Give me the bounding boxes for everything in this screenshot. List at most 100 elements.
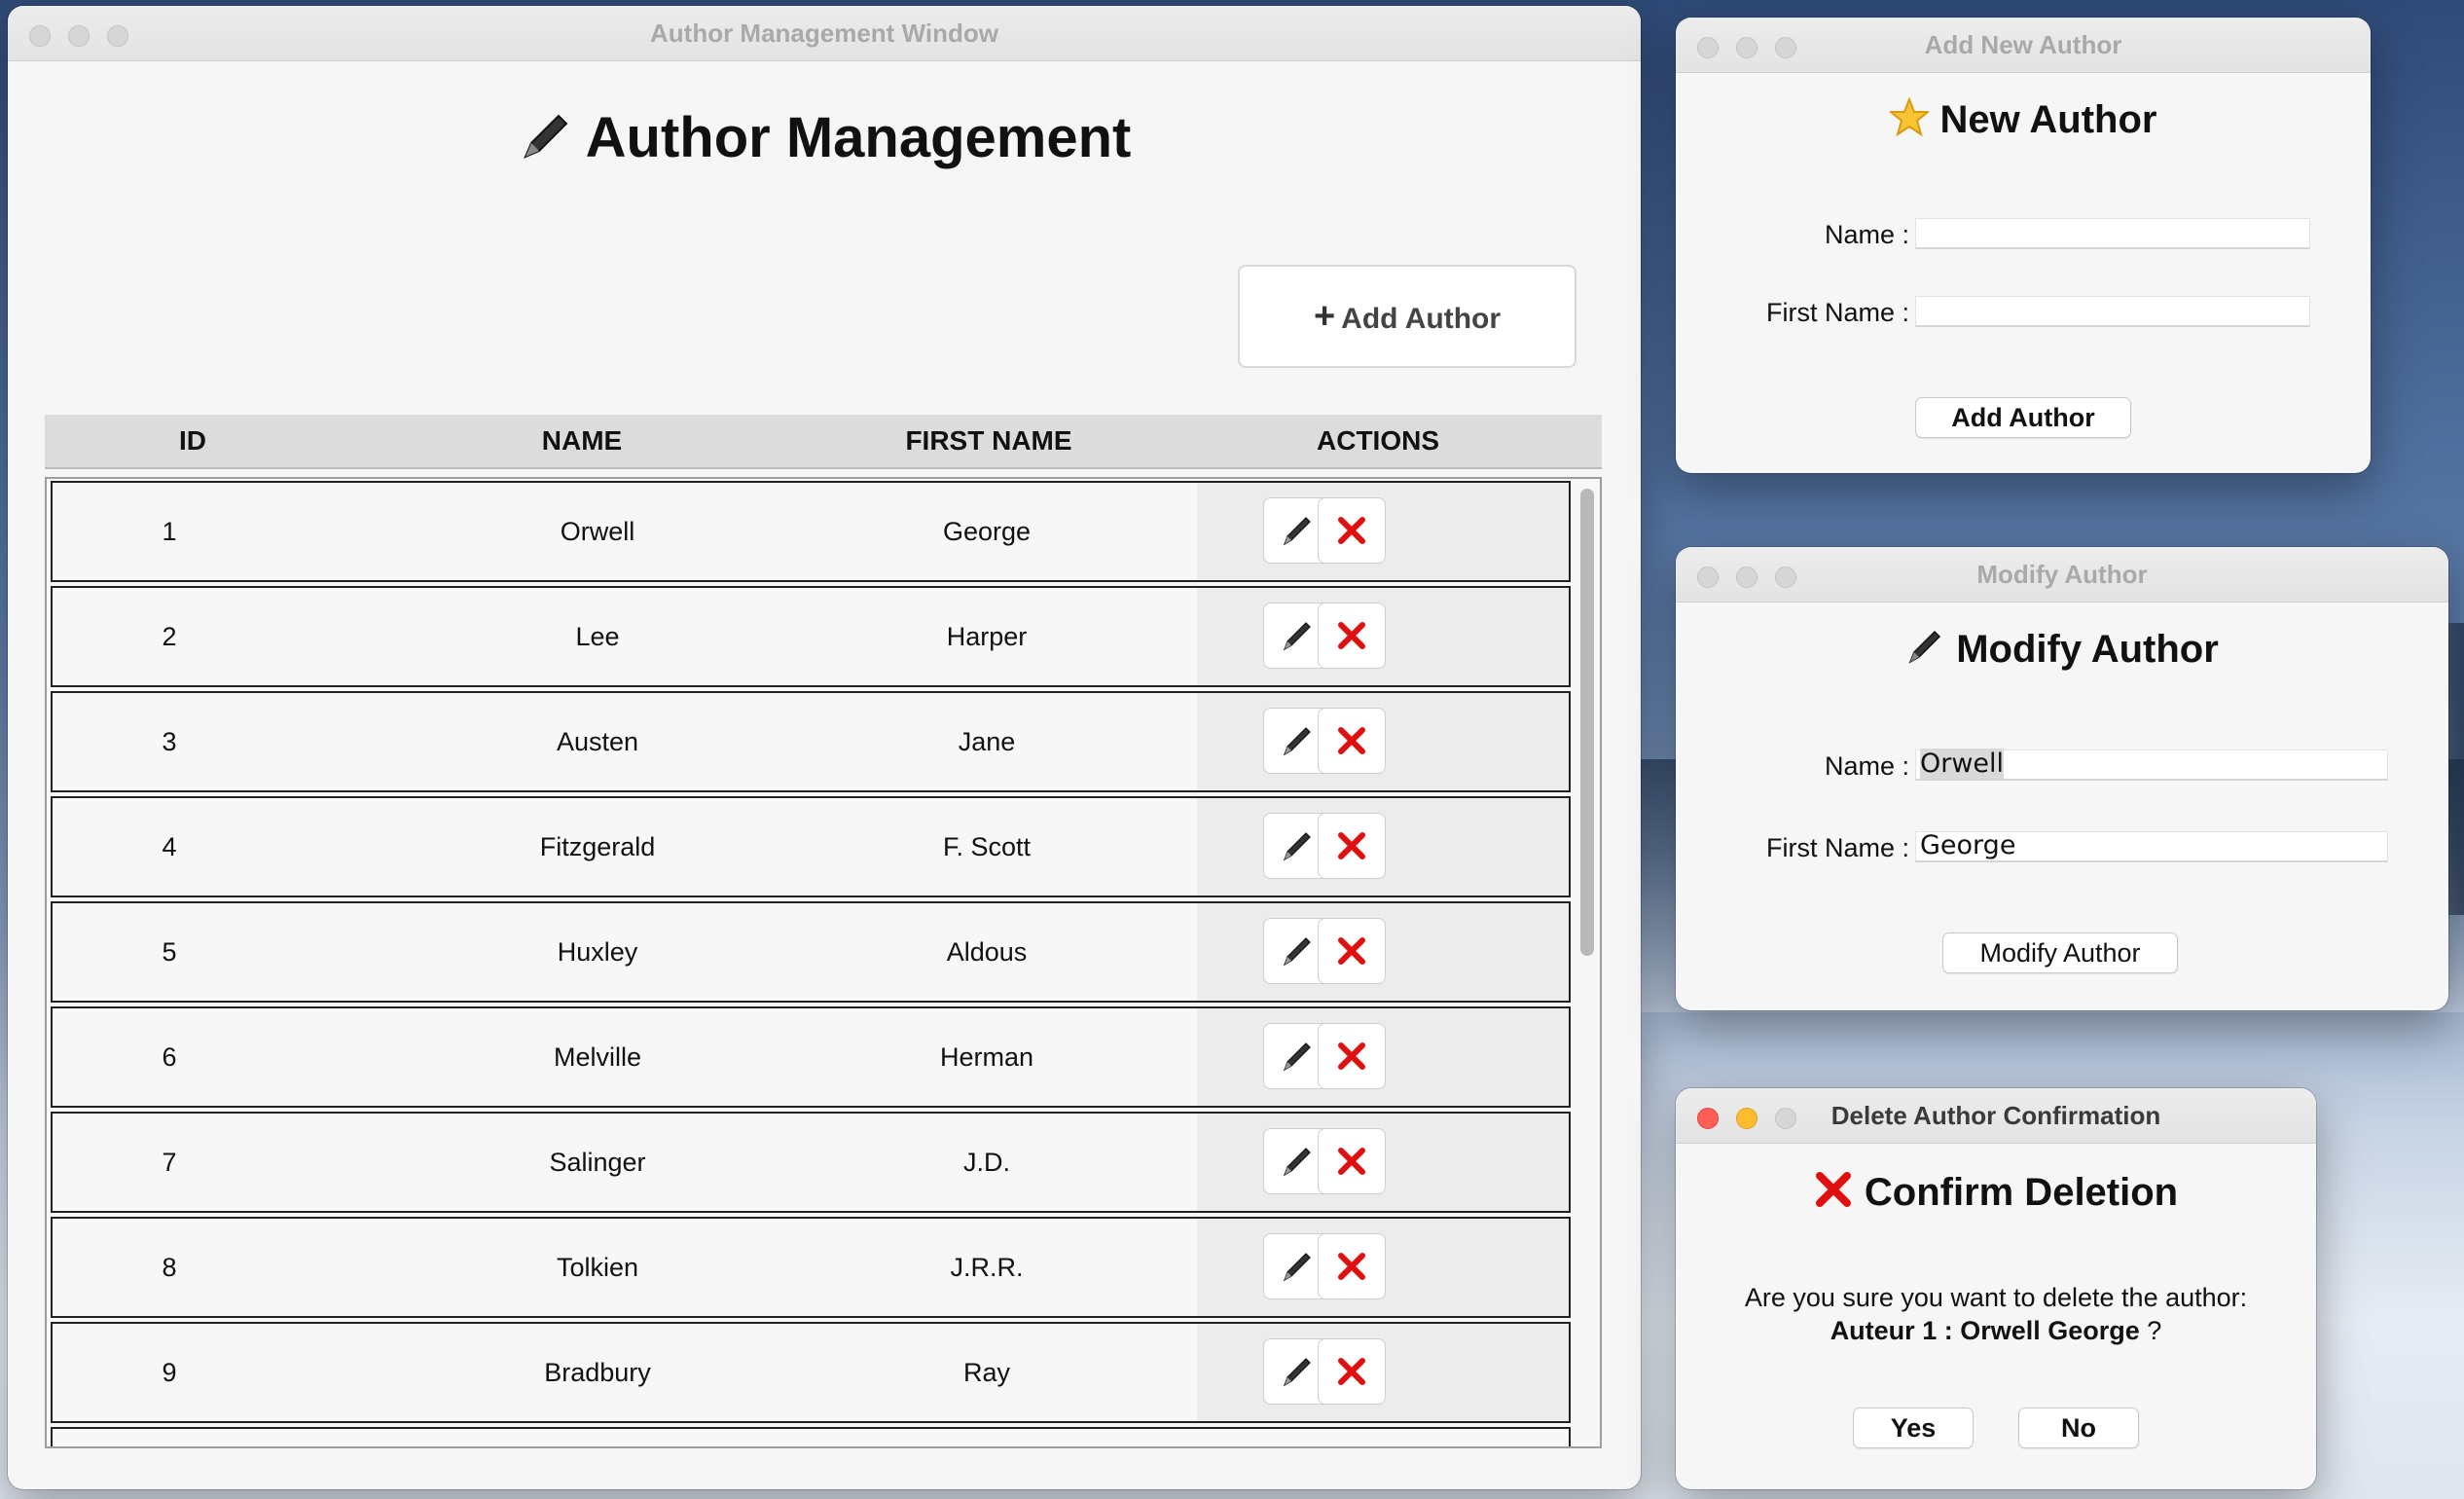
add-author-submit-button[interactable]: Add Author xyxy=(1915,397,2131,438)
pen-icon xyxy=(1283,517,1311,546)
table-row[interactable]: 4 Fitzgerald F. Scott xyxy=(51,796,1571,897)
delete-author-button[interactable] xyxy=(1318,497,1386,564)
column-header-name: NAME xyxy=(541,425,623,456)
pen-icon xyxy=(1283,622,1311,651)
column-header-first-name: FIRST NAME xyxy=(905,425,1072,456)
name-label: Name : xyxy=(1824,751,1909,781)
name-field-value: Orwell xyxy=(1920,749,2005,779)
add-author-label: Add Author xyxy=(1341,303,1502,335)
no-button[interactable]: No xyxy=(2018,1408,2139,1448)
table-header: ID NAME FIRST NAME ACTIONS xyxy=(45,415,1602,469)
window-title: Modify Author xyxy=(1976,560,2148,589)
pen-icon xyxy=(1283,1358,1311,1387)
dialog-heading-text: Modify Author xyxy=(1956,628,2219,671)
row-actions xyxy=(1197,1324,1569,1421)
dialog-heading: Confirm Deletion xyxy=(1676,1170,2316,1215)
cell-name: Huxley xyxy=(557,937,638,967)
cell-first-name: Jane xyxy=(958,727,1016,756)
delete-author-button[interactable] xyxy=(1318,1128,1386,1194)
row-actions xyxy=(1197,1114,1569,1211)
delete-author-button[interactable] xyxy=(1318,1338,1386,1405)
name-field[interactable]: Orwell xyxy=(1915,749,2388,781)
red-x-icon xyxy=(1338,622,1365,649)
row-actions xyxy=(1197,693,1569,790)
authors-table[interactable]: 1 Orwell George 2 Lee Harper 3 Austen Jane 4 Fitzg… xyxy=(45,477,1602,1448)
table-row[interactable]: 9 Bradbury Ray xyxy=(51,1322,1571,1423)
row-actions xyxy=(1197,588,1569,685)
pen-icon xyxy=(523,114,568,159)
delete-author-button[interactable] xyxy=(1318,708,1386,774)
cell-id: 7 xyxy=(162,1148,177,1177)
delete-author-button[interactable] xyxy=(1318,603,1386,669)
first-name-label: First Name : xyxy=(1765,298,1909,327)
row-actions xyxy=(1197,483,1569,580)
red-x-icon xyxy=(1338,832,1365,859)
cell-first-name: George xyxy=(942,517,1032,546)
red-x-icon xyxy=(1815,1172,1851,1207)
pen-icon xyxy=(1283,727,1311,756)
table-row[interactable]: 7 Salinger J.D. xyxy=(51,1112,1571,1213)
first-name-field[interactable] xyxy=(1915,296,2310,327)
table-row[interactable]: 6 Melville Herman xyxy=(51,1006,1571,1108)
row-actions xyxy=(1197,1008,1569,1106)
pen-icon xyxy=(1908,630,1941,664)
cell-name: Bradbury xyxy=(544,1358,651,1387)
red-x-icon xyxy=(1338,517,1365,544)
delete-author-button[interactable] xyxy=(1318,1233,1386,1299)
cell-first-name: J.R.R. xyxy=(950,1253,1024,1282)
first-name-label: First Name : xyxy=(1765,833,1909,862)
pen-icon xyxy=(1283,1148,1311,1177)
table-row[interactable]: 2 Lee Harper xyxy=(51,586,1571,687)
dialog-heading-text: New Author xyxy=(1939,98,2157,141)
cell-id: 4 xyxy=(162,832,177,861)
table-row[interactable]: 1 Orwell George xyxy=(51,481,1571,582)
red-x-icon xyxy=(1338,727,1365,754)
cell-first-name: F. Scott xyxy=(942,832,1032,861)
title-bar: Modify Author xyxy=(1676,547,2448,603)
table-row[interactable]: 5 Huxley Aldous xyxy=(51,901,1571,1003)
dialog-heading: Modify Author xyxy=(1676,627,2448,672)
name-field[interactable] xyxy=(1915,218,2310,249)
cell-name: Tolkien xyxy=(556,1253,639,1282)
red-x-icon xyxy=(1338,1358,1365,1385)
cell-id: 1 xyxy=(162,517,177,546)
question-mark: ? xyxy=(2147,1316,2162,1345)
row-actions xyxy=(1197,1219,1569,1316)
author-management-window: Author Management Window Author Manageme… xyxy=(8,6,1641,1489)
title-bar: Delete Author Confirmation xyxy=(1676,1088,2316,1144)
red-x-icon xyxy=(1338,1148,1365,1175)
cell-name: Lee xyxy=(575,622,620,651)
table-row[interactable]: 8 Tolkien J.R.R. xyxy=(51,1217,1571,1318)
column-header-actions: ACTIONS xyxy=(1317,425,1439,456)
modify-author-window: Modify Author Modify Author Name : Orwel… xyxy=(1676,547,2448,1010)
yes-button[interactable]: Yes xyxy=(1853,1408,1974,1448)
plus-icon: + xyxy=(1313,296,1336,337)
author-reference: Auteur 1 : Orwell George xyxy=(1830,1316,2140,1345)
vertical-scrollbar[interactable] xyxy=(1580,489,1594,956)
confirmation-message: Are you sure you want to delete the auth… xyxy=(1744,1283,2248,1312)
star-icon xyxy=(1887,96,1931,137)
window-title: Author Management Window xyxy=(650,18,998,48)
delete-author-button[interactable] xyxy=(1318,1023,1386,1089)
page-title-text: Author Management xyxy=(585,106,1132,169)
title-bar: Author Management Window xyxy=(8,6,1641,61)
table-row-partial[interactable] xyxy=(51,1427,1571,1446)
table-row[interactable]: 3 Austen Jane xyxy=(51,691,1571,792)
cell-first-name: Herman xyxy=(939,1042,1034,1072)
pen-icon xyxy=(1283,1042,1311,1072)
cell-name: Orwell xyxy=(560,517,635,546)
first-name-field[interactable]: George xyxy=(1915,831,2388,862)
title-bar: Add New Author xyxy=(1676,18,2371,73)
add-author-button[interactable]: + Add Author xyxy=(1238,265,1576,368)
dialog-heading: New Author xyxy=(1676,96,2371,142)
cell-id: 2 xyxy=(162,622,177,651)
modify-author-submit-button[interactable]: Modify Author xyxy=(1942,932,2178,973)
delete-author-button[interactable] xyxy=(1318,918,1386,984)
row-actions xyxy=(1197,798,1569,896)
author-reference-line: Auteur 1 : Orwell George ? xyxy=(1676,1316,2316,1346)
delete-author-button[interactable] xyxy=(1318,813,1386,879)
cell-name: Fitzgerald xyxy=(539,832,656,861)
pen-icon xyxy=(1283,1253,1311,1282)
cell-name: Melville xyxy=(553,1042,642,1072)
cell-name: Salinger xyxy=(549,1148,646,1177)
